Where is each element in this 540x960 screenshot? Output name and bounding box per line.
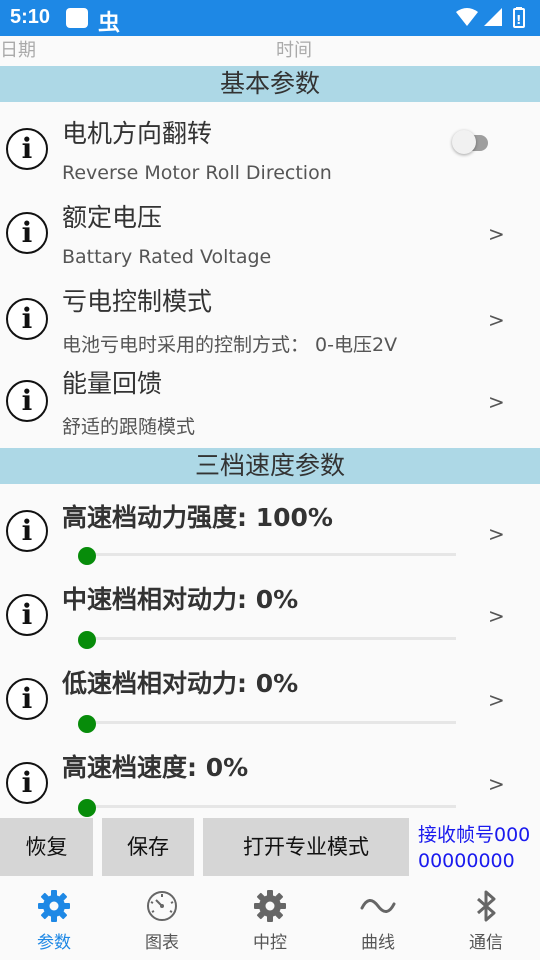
setting-subtitle: 舒适的跟随模式: [62, 416, 196, 438]
speed-setting-mid-power[interactable]: i 中速档相对动力: 0% >: [0, 568, 540, 652]
nav-item-control[interactable]: 中控: [216, 876, 324, 960]
setting-title: 中速档相对动力: 0%: [62, 585, 299, 614]
info-icon[interactable]: i: [6, 212, 48, 254]
nav-label: 中控: [253, 933, 287, 953]
chevron-right-icon[interactable]: >: [488, 522, 505, 546]
wifi-icon: [456, 8, 478, 26]
table-header: 日期 时间: [0, 36, 540, 66]
setting-title: 低速档相对动力: 0%: [62, 669, 299, 698]
info-icon[interactable]: i: [6, 762, 48, 804]
gauge-icon: [147, 891, 177, 921]
slider-thumb[interactable]: [78, 799, 96, 817]
setting-energy-feedback[interactable]: i 能量回馈 舒适的跟随模式 >: [0, 356, 540, 448]
chevron-right-icon[interactable]: >: [488, 772, 505, 796]
chevron-right-icon[interactable]: >: [488, 688, 505, 712]
status-bar: 5:10 虫 !: [0, 0, 540, 36]
reverse-motor-switch[interactable]: [452, 128, 492, 154]
system-status-icons: !: [456, 7, 525, 28]
info-icon[interactable]: i: [6, 380, 48, 422]
nav-label: 通信: [469, 933, 503, 953]
chevron-right-icon[interactable]: >: [488, 308, 505, 332]
svg-text:!: !: [516, 13, 521, 27]
notification-bug-icon: 虫: [98, 11, 121, 36]
bottom-nav: 参数 图表 中控 曲线 通信: [0, 876, 540, 960]
info-icon[interactable]: i: [6, 594, 48, 636]
slider-track[interactable]: [78, 805, 456, 808]
slider-track[interactable]: [78, 637, 456, 640]
chevron-right-icon[interactable]: >: [488, 222, 505, 246]
time-column-label: 时间: [276, 40, 312, 61]
setting-title: 亏电控制模式: [62, 287, 213, 316]
speed-setting-low-power[interactable]: i 低速档相对动力: 0% >: [0, 652, 540, 736]
setting-low-battery-mode[interactable]: i 亏电控制模式 电池亏电时采用的控制方式： 0-电压2V >: [0, 272, 540, 356]
info-icon[interactable]: i: [6, 510, 48, 552]
setting-title: 能量回馈: [62, 369, 163, 398]
nav-label: 参数: [37, 933, 71, 953]
slider-track[interactable]: [78, 721, 456, 724]
info-icon[interactable]: i: [6, 678, 48, 720]
info-icon[interactable]: i: [6, 128, 48, 170]
setting-subtitle: Battary Rated Voltage: [62, 246, 272, 268]
notification-app-icon: [66, 8, 88, 28]
slider-thumb[interactable]: [78, 715, 96, 733]
signal-icon: [484, 8, 502, 26]
setting-title: 额定电压: [62, 203, 163, 232]
speed-setting-high-speed[interactable]: i 高速档速度: 0% >: [0, 736, 540, 818]
pro-mode-button[interactable]: 打开专业模式: [203, 818, 409, 876]
date-column-label: 日期: [0, 40, 36, 61]
setting-title: 电机方向翻转: [62, 119, 213, 148]
setting-subtitle: 电池亏电时采用的控制方式： 0-电压2V: [62, 334, 398, 356]
switch-thumb: [452, 130, 476, 154]
restore-button[interactable]: 恢复: [0, 818, 93, 876]
setting-title: 高速档速度: 0%: [62, 753, 249, 782]
bluetooth-icon: [477, 890, 496, 922]
nav-item-params[interactable]: 参数: [0, 876, 108, 960]
section-basic-params: 基本参数: [0, 66, 540, 102]
slider-thumb[interactable]: [78, 547, 96, 565]
nav-item-curve[interactable]: 曲线: [324, 876, 432, 960]
nav-label: 图表: [145, 933, 179, 953]
wave-icon: [360, 899, 396, 913]
setting-reverse-motor[interactable]: i 电机方向翻转 Reverse Motor Roll Direction: [0, 102, 540, 188]
save-button[interactable]: 保存: [102, 818, 194, 876]
slider-track[interactable]: [78, 553, 456, 556]
nav-item-comm[interactable]: 通信: [432, 876, 540, 960]
slider-thumb[interactable]: [78, 631, 96, 649]
nav-item-chart[interactable]: 图表: [108, 876, 216, 960]
setting-subtitle: Reverse Motor Roll Direction: [62, 162, 332, 184]
setting-rated-voltage[interactable]: i 额定电压 Battary Rated Voltage >: [0, 188, 540, 272]
gear-icon: [254, 890, 286, 922]
status-time: 5:10: [10, 6, 51, 28]
nav-label: 曲线: [361, 933, 395, 953]
gear-icon: [38, 890, 70, 922]
chevron-right-icon[interactable]: >: [488, 604, 505, 628]
setting-title: 高速档动力强度: 100%: [62, 503, 333, 532]
frame-counter-label: 接收帧号00000000000: [418, 824, 531, 872]
chevron-right-icon[interactable]: >: [488, 390, 505, 414]
info-icon[interactable]: i: [6, 298, 48, 340]
section-speed-params: 三档速度参数: [0, 448, 540, 484]
speed-setting-high-power[interactable]: i 高速档动力强度: 100% >: [0, 484, 540, 568]
